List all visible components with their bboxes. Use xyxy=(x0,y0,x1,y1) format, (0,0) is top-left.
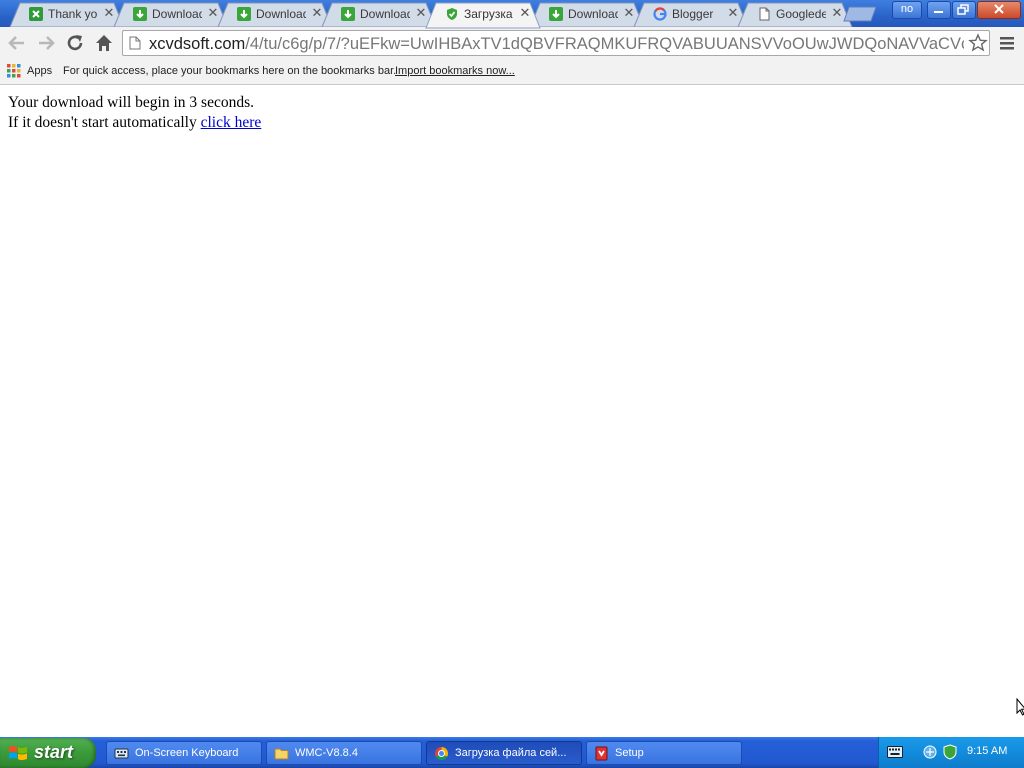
close-window-button[interactable] xyxy=(977,1,1021,19)
download-green-icon xyxy=(133,7,147,21)
apps-grid-icon[interactable] xyxy=(7,64,21,78)
download-green-icon xyxy=(549,7,563,21)
address-bar[interactable]: xcvdsoft.com/4/tu/c6g/p/7/?uEFkw=UwIHBAx… xyxy=(122,30,990,56)
keyboard-tray-icon[interactable] xyxy=(887,746,903,758)
tab-download-2[interactable]: Download ✕ xyxy=(217,2,333,28)
download-countdown-text: Your download will begin in 3 seconds. xyxy=(8,94,254,111)
browser-toolbar: xcvdsoft.com/4/tu/c6g/p/7/?uEFkw=UwIHBAx… xyxy=(0,27,1024,60)
page-info-icon[interactable] xyxy=(129,36,141,50)
tab-title: Download xyxy=(360,7,410,21)
taskbar-clock: 9:15 AM xyxy=(967,745,1008,757)
home-icon[interactable] xyxy=(92,31,116,55)
folder-icon xyxy=(274,748,289,760)
url-path: /4/tu/c6g/p/7/?uEFkw=UwIHBAxTV1dQBVFRAQM… xyxy=(245,35,964,53)
download-green-icon xyxy=(341,7,355,21)
tab-title: Googlede xyxy=(776,7,826,21)
tab-download-1[interactable]: Download ✕ xyxy=(113,2,229,28)
click-here-link[interactable]: click here xyxy=(201,114,262,131)
bookmarks-bar: Apps For quick access, place your bookma… xyxy=(0,60,1024,85)
tab-close-icon[interactable]: ✕ xyxy=(830,6,844,20)
restore-button[interactable] xyxy=(952,1,976,19)
reload-icon[interactable] xyxy=(63,31,87,55)
taskbar-item-label: Setup xyxy=(615,747,644,759)
setup-icon xyxy=(595,746,608,761)
url-text[interactable]: xcvdsoft.com/4/tu/c6g/p/7/?uEFkw=UwIHBAx… xyxy=(149,34,964,54)
minimize-button[interactable] xyxy=(927,1,951,19)
tab-title: Download xyxy=(152,7,202,21)
network-tray-icon[interactable] xyxy=(923,745,937,759)
page-content: Your download will begin in 3 seconds. I… xyxy=(0,85,1024,737)
apps-shortcut[interactable]: Apps xyxy=(27,65,52,77)
download-green-icon xyxy=(237,7,251,21)
tab-title: Thank you xyxy=(48,7,98,21)
tab-blogger[interactable]: Blogger ✕ xyxy=(633,2,749,28)
system-tray: 9:15 AM xyxy=(878,737,1024,768)
bookmarks-hint-text: For quick access, place your bookmarks h… xyxy=(63,65,397,77)
taskbar-item-setup[interactable]: Setup xyxy=(586,741,742,765)
tab-title: Blogger xyxy=(672,7,714,21)
keyboard-icon xyxy=(114,748,129,759)
tab-download-3[interactable]: Download ✕ xyxy=(321,2,437,28)
google-g-icon xyxy=(653,7,667,21)
tab-title: Загрузка xyxy=(464,7,513,21)
bookmark-star-icon[interactable] xyxy=(968,33,988,53)
manual-download-prefix: If it doesn't start automatically xyxy=(8,114,201,131)
shield-green-icon xyxy=(447,8,457,20)
start-label: start xyxy=(34,742,74,762)
title-bar: Thank you ✕ Download ✕ Download ✕ Downlo… xyxy=(0,0,1024,29)
start-button[interactable]: start xyxy=(0,738,96,768)
minimize-icon xyxy=(934,11,943,13)
security-shield-tray-icon[interactable] xyxy=(943,744,957,760)
mouse-pointer-icon xyxy=(1016,698,1024,716)
taskbar-item-on-screen-keyboard[interactable]: On-Screen Keyboard xyxy=(106,741,262,765)
restore-icon xyxy=(957,4,969,15)
profile-button[interactable]: no xyxy=(892,1,922,19)
tab-googlede[interactable]: Googlede ✕ xyxy=(737,2,853,28)
tab-title: Download xyxy=(256,7,306,21)
taskbar-item-label: WMC-V8.8.4 xyxy=(295,747,358,759)
taskbar-item-label: On-Screen Keyboard xyxy=(135,747,239,759)
tab-thank-you[interactable]: Thank you ✕ xyxy=(9,2,125,28)
windows-flag-icon xyxy=(9,746,27,761)
tab-close-icon[interactable]: ✕ xyxy=(518,6,532,20)
tab-title: Download xyxy=(568,7,618,21)
tab-zagruzka-active[interactable]: Загрузка ✕ xyxy=(425,2,541,29)
x-green-icon xyxy=(29,7,43,21)
url-domain: xcvdsoft.com xyxy=(149,35,246,53)
manual-download-line: If it doesn't start automatically click … xyxy=(8,114,261,132)
menu-hamburger-icon[interactable] xyxy=(998,35,1016,51)
taskbar-item-chrome-download[interactable]: Загрузка файла сей... xyxy=(426,741,582,765)
taskbar: start On-Screen Keyboard WMC-V8.8.4 Загр… xyxy=(0,737,1024,768)
back-arrow-icon[interactable] xyxy=(5,31,29,55)
page-icon xyxy=(759,7,770,21)
taskbar-item-label: Загрузка файла сей... xyxy=(455,747,567,759)
taskbar-item-wmc[interactable]: WMC-V8.8.4 xyxy=(266,741,422,765)
tab-download-4[interactable]: Download ✕ xyxy=(529,2,645,28)
forward-arrow-icon[interactable] xyxy=(34,31,58,55)
chrome-icon xyxy=(435,747,448,760)
import-bookmarks-link[interactable]: Import bookmarks now... xyxy=(395,65,515,77)
close-icon xyxy=(994,4,1004,14)
new-tab-button[interactable] xyxy=(843,6,877,22)
